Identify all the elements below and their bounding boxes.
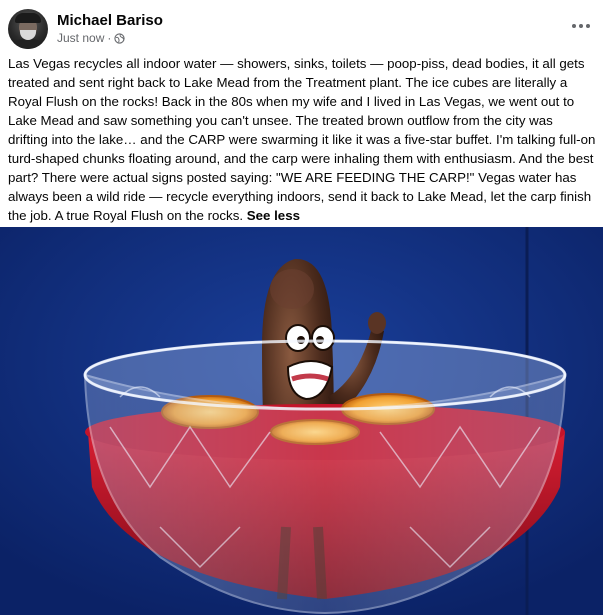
meta-separator: · <box>107 31 112 45</box>
more-options-icon[interactable] <box>569 14 593 38</box>
avatar[interactable] <box>8 9 48 49</box>
post-header: Michael Bariso Just now · <box>0 0 603 52</box>
globe-icon[interactable] <box>114 32 125 44</box>
post-text: Las Vegas recycles all indoor water — sh… <box>8 56 596 223</box>
avatar-cap <box>15 13 41 23</box>
author-name[interactable]: Michael Bariso <box>57 12 163 29</box>
see-less-link[interactable]: See less <box>247 208 300 223</box>
timestamp[interactable]: Just now <box>57 31 104 45</box>
post-image-art <box>0 227 603 615</box>
post-body: Las Vegas recycles all indoor water — sh… <box>8 54 596 225</box>
post-meta: Just now · <box>57 31 125 45</box>
avatar-shirt <box>11 39 45 49</box>
post-image[interactable] <box>0 227 603 615</box>
